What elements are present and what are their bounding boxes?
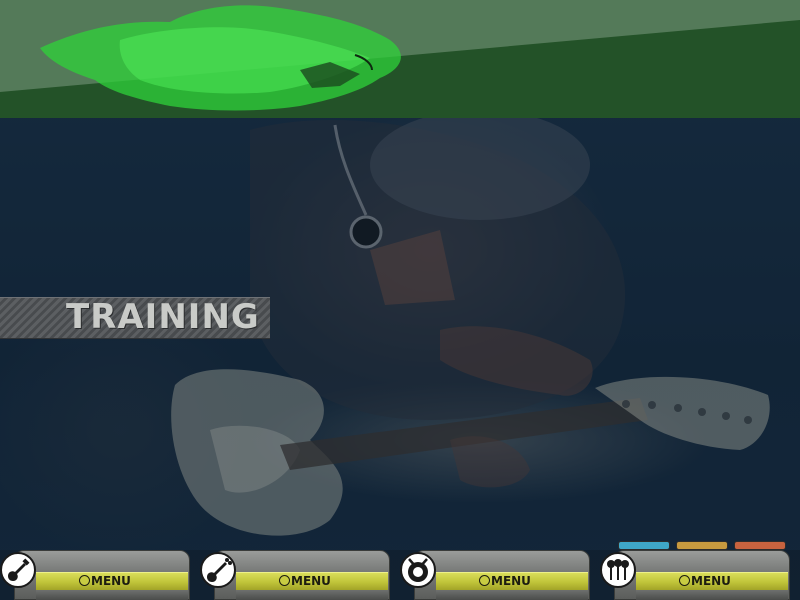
panel-bottom-strip bbox=[636, 590, 788, 600]
menu-button-icon bbox=[479, 575, 490, 586]
menu-label[interactable]: MENU bbox=[491, 572, 531, 590]
meter-pill-2 bbox=[676, 541, 728, 550]
microphone-icon bbox=[600, 552, 636, 588]
drum-icon bbox=[400, 552, 436, 588]
panel-bottom-strip bbox=[236, 590, 388, 600]
guitar-icon bbox=[0, 552, 36, 588]
menu-button-icon bbox=[79, 575, 90, 586]
menu-label[interactable]: MENU bbox=[691, 572, 731, 590]
screen-title: TRAINING bbox=[66, 297, 260, 337]
menu-button-icon bbox=[679, 575, 690, 586]
menu-button-icon bbox=[279, 575, 290, 586]
banner-graphic bbox=[0, 0, 800, 118]
meter-pill-3 bbox=[734, 541, 786, 550]
vocals-panel[interactable]: MENU bbox=[600, 550, 790, 600]
meter-pill-1 bbox=[618, 541, 670, 550]
bass-guitar-icon bbox=[200, 552, 236, 588]
panel-bottom-strip bbox=[436, 590, 588, 600]
drums-panel[interactable]: MENU bbox=[400, 550, 590, 600]
menu-label[interactable]: MENU bbox=[91, 572, 131, 590]
bass-panel[interactable]: MENU bbox=[200, 550, 390, 600]
panel-bottom-strip bbox=[36, 590, 188, 600]
menu-label[interactable]: MENU bbox=[291, 572, 331, 590]
guitar-panel[interactable]: MENU bbox=[0, 550, 190, 600]
top-banner bbox=[0, 0, 800, 118]
